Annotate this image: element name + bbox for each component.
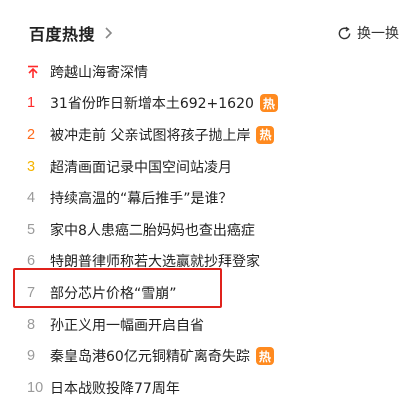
list-item-title: 31省份昨日新增本土692+1620 (50, 96, 254, 113)
list-item[interactable]: 3 超清画面记录中国空间站凌月 (27, 151, 402, 183)
rank-number: 6 (27, 253, 36, 270)
list-item[interactable]: 2 被冲走前 父亲试图将孩子抛上岸 热 (27, 119, 402, 151)
list-item-title: 特朗普律师称若大选赢就抄拜登家 (50, 254, 260, 271)
list-item-title: 跨越山海寄深情 (50, 64, 148, 81)
list-item[interactable]: 10 日本战败投降77周年 (27, 372, 402, 404)
rank-number: 4 (27, 190, 36, 207)
list-item-pinned[interactable]: 跨越山海寄深情 (27, 56, 402, 88)
rank-number: 9 (27, 348, 36, 365)
hot-badge: 热 (259, 94, 278, 113)
list-item-title: 持续高温的“幕后推手”是谁？ (50, 191, 233, 208)
hot-search-title: 百度热搜 (29, 25, 96, 44)
refresh-button[interactable]: 换一换 (337, 23, 399, 43)
list-item-title: 被冲走前 父亲试图将孩子抛上岸 (50, 127, 251, 144)
list-item-title: 部分芯片价格“雪崩” (50, 285, 177, 302)
hot-search-list: 跨越山海寄深情 1 31省份昨日新增本土692+1620 热 2 被冲走前 父亲… (27, 56, 402, 404)
pinned-top-icon (27, 65, 50, 79)
hot-badge: 热 (256, 125, 275, 144)
rank-number: 10 (27, 379, 44, 396)
chevron-right-icon (105, 27, 113, 39)
list-item[interactable]: 6 特朗普律师称若大选赢就抄拜登家 (27, 246, 402, 278)
list-item-title: 家中8人患癌二胎妈妈也查出癌症 (50, 222, 255, 239)
list-item[interactable]: 5 家中8人患癌二胎妈妈也查出癌症 (27, 214, 402, 246)
hot-badge: 热 (255, 347, 274, 366)
rank-number: 7 (27, 284, 36, 301)
rank-number: 5 (27, 221, 36, 238)
refresh-icon (338, 26, 351, 39)
list-item[interactable]: 8 孙正义用一幅画开启自省 (27, 309, 402, 341)
list-item-title: 日本战败投降77周年 (50, 380, 180, 397)
list-item[interactable]: 1 31省份昨日新增本土692+1620 热 (27, 88, 402, 120)
list-item-title: 孙正义用一幅画开启自省 (50, 317, 204, 334)
list-item[interactable]: 4 持续高温的“幕后推手”是谁？ (27, 182, 402, 214)
refresh-label: 换一换 (357, 26, 399, 42)
hot-search-title-link[interactable]: 百度热搜 (29, 21, 114, 45)
list-item[interactable]: 9 秦皇岛港60亿元铜精矿离奇失踪 热 (27, 340, 402, 372)
rank-number: 3 (27, 158, 36, 175)
rank-number: 1 (27, 95, 36, 112)
rank-number: 2 (27, 126, 36, 143)
list-item-title: 秦皇岛港60亿元铜精矿离奇失踪 (50, 349, 250, 366)
list-item-title: 超清画面记录中国空间站凌月 (50, 159, 232, 176)
hot-search-header: 百度热搜 换一换 (29, 21, 399, 45)
rank-number: 8 (27, 316, 36, 333)
list-item-highlighted[interactable]: 7 部分芯片价格“雪崩” (27, 277, 402, 309)
